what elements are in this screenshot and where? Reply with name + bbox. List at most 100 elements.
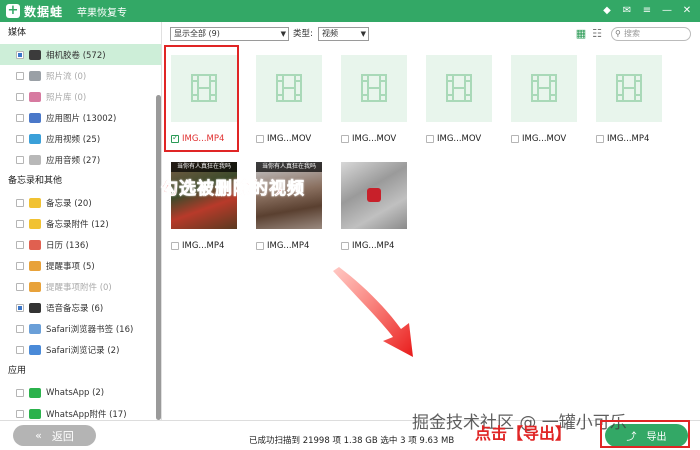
- diamond-icon[interactable]: ◆: [600, 4, 614, 18]
- category-icon: [29, 91, 41, 102]
- category-icon: [29, 239, 41, 250]
- file-caption[interactable]: IMG...MP4: [256, 240, 309, 251]
- sidebar-item-label: WhatsApp附件 (17): [46, 409, 127, 420]
- sidebar-item[interactable]: 照片流 (0): [0, 65, 161, 86]
- close-icon[interactable]: ✕: [680, 4, 694, 18]
- file-thumbnail[interactable]: [341, 162, 407, 229]
- sidebar-item[interactable]: 相机胶卷 (572): [0, 44, 161, 65]
- category-checkbox[interactable]: [16, 240, 24, 249]
- category-icon: [29, 323, 41, 334]
- sidebar-item-label: 语音备忘录 (6): [46, 303, 104, 314]
- category-checkbox[interactable]: [16, 324, 24, 333]
- file-caption[interactable]: IMG...MOV: [256, 133, 311, 144]
- filter-select[interactable]: 显示全部 (9) ▼: [170, 27, 289, 41]
- type-select[interactable]: 视频 ▼: [318, 27, 369, 41]
- category-checkbox[interactable]: [16, 50, 24, 59]
- sidebar-item[interactable]: 备忘录附件 (12): [0, 213, 161, 234]
- file-checkbox[interactable]: [256, 241, 264, 250]
- spiderman-figure: [367, 188, 381, 202]
- category-checkbox[interactable]: [16, 345, 24, 354]
- file-name: IMG...MOV: [522, 133, 567, 144]
- sidebar-item[interactable]: Safari浏览记录 (2): [0, 339, 161, 360]
- sidebar-item[interactable]: 应用图片 (13002): [0, 107, 161, 128]
- category-checkbox[interactable]: [16, 388, 24, 397]
- film-icon: [274, 73, 304, 103]
- sidebar-item-label: 备忘录 (20): [46, 198, 92, 209]
- file-thumbnail[interactable]: [341, 55, 407, 122]
- file-name: IMG...MOV: [352, 133, 397, 144]
- file-checkbox[interactable]: [171, 241, 179, 250]
- sidebar-item[interactable]: WhatsApp (2): [0, 382, 161, 403]
- category-icon: [29, 344, 41, 355]
- category-icon: [29, 281, 41, 292]
- sidebar-item[interactable]: 提醒事项 (5): [0, 255, 161, 276]
- file-thumbnail[interactable]: [596, 55, 662, 122]
- sidebar-item-label: 提醒事项附件 (0): [46, 282, 112, 293]
- film-icon: [529, 73, 559, 103]
- click-export-tip: 点击【导出】: [475, 424, 572, 443]
- file-name: IMG...MOV: [267, 133, 312, 144]
- sidebar-item-label: 应用音频 (27): [46, 155, 101, 166]
- sidebar-item[interactable]: 应用音频 (27): [0, 149, 161, 170]
- category-icon: [29, 218, 41, 229]
- file-checkbox[interactable]: [341, 241, 349, 250]
- file-checkbox[interactable]: [256, 134, 264, 143]
- window-controls: ◆ ✉ ≡ — ✕: [600, 4, 694, 18]
- title-bar: + 数据蛙 苹果恢复专 ◆ ✉ ≡ — ✕: [0, 0, 700, 22]
- file-thumbnail[interactable]: [426, 55, 492, 122]
- sidebar-section-title: 备忘录和其他: [8, 176, 63, 186]
- category-checkbox[interactable]: [16, 134, 24, 143]
- chat-icon[interactable]: ✉: [620, 4, 634, 18]
- file-caption[interactable]: IMG...MOV: [426, 133, 481, 144]
- back-button[interactable]: « 返回: [13, 425, 96, 446]
- category-checkbox[interactable]: [16, 113, 24, 122]
- sidebar-item-label: Safari浏览器书签 (16): [46, 324, 134, 335]
- file-thumbnail[interactable]: [256, 55, 322, 122]
- sidebar-item[interactable]: 备忘录 (20): [0, 192, 161, 213]
- category-checkbox[interactable]: [16, 92, 24, 101]
- category-checkbox[interactable]: [16, 198, 24, 207]
- minimize-icon[interactable]: —: [660, 4, 674, 18]
- select-tip-text: 勾选被删除的视频: [161, 179, 305, 200]
- grid-view-icon[interactable]: ▦: [575, 28, 587, 40]
- sidebar-scrollbar[interactable]: [156, 95, 161, 420]
- file-checkbox[interactable]: [511, 134, 519, 143]
- search-input[interactable]: ⚲ 搜索: [611, 27, 691, 41]
- sidebar-item[interactable]: Safari浏览器书签 (16): [0, 318, 161, 339]
- sidebar-item[interactable]: WhatsApp附件 (17): [0, 403, 161, 420]
- sidebar-item[interactable]: 照片库 (0): [0, 86, 161, 107]
- category-icon: [29, 70, 41, 81]
- sidebar-item[interactable]: 提醒事项附件 (0): [0, 276, 161, 297]
- category-checkbox[interactable]: [16, 71, 24, 80]
- menu-icon[interactable]: ≡: [640, 4, 654, 18]
- scan-status-text: 已成功扫描到 21998 项 1.38 GB 选中 3 项 9.63 MB: [249, 436, 455, 446]
- category-checkbox[interactable]: [16, 282, 24, 291]
- category-checkbox[interactable]: [16, 261, 24, 270]
- file-name: IMG...MP4: [182, 240, 225, 251]
- category-icon: [29, 408, 41, 419]
- category-checkbox[interactable]: [16, 303, 24, 312]
- file-checkbox[interactable]: [596, 134, 604, 143]
- sidebar-item[interactable]: 应用视频 (25): [0, 128, 161, 149]
- category-checkbox[interactable]: [16, 409, 24, 418]
- category-icon: [29, 154, 41, 165]
- file-caption[interactable]: IMG...MP4: [171, 240, 224, 251]
- sidebar-item-label: WhatsApp (2): [46, 387, 105, 398]
- list-view-icon[interactable]: ☷: [591, 28, 603, 40]
- filter-select-value: 显示全部 (9): [174, 29, 220, 38]
- pointer-arrow: [333, 267, 413, 357]
- chevron-down-icon: ▼: [280, 30, 286, 38]
- file-checkbox[interactable]: [341, 134, 349, 143]
- file-thumbnail[interactable]: [511, 55, 577, 122]
- sidebar-item[interactable]: 语音备忘录 (6): [0, 297, 161, 318]
- file-caption[interactable]: IMG...MP4: [596, 133, 649, 144]
- sidebar-item-label: 提醒事项 (5): [46, 261, 95, 272]
- file-checkbox[interactable]: [426, 134, 434, 143]
- sidebar-item[interactable]: 日历 (136): [0, 234, 161, 255]
- file-caption[interactable]: IMG...MOV: [341, 133, 396, 144]
- file-caption[interactable]: IMG...MP4: [341, 240, 394, 251]
- category-checkbox[interactable]: [16, 219, 24, 228]
- category-checkbox[interactable]: [16, 155, 24, 164]
- file-caption[interactable]: IMG...MOV: [511, 133, 566, 144]
- chevron-down-icon: ▼: [360, 30, 366, 38]
